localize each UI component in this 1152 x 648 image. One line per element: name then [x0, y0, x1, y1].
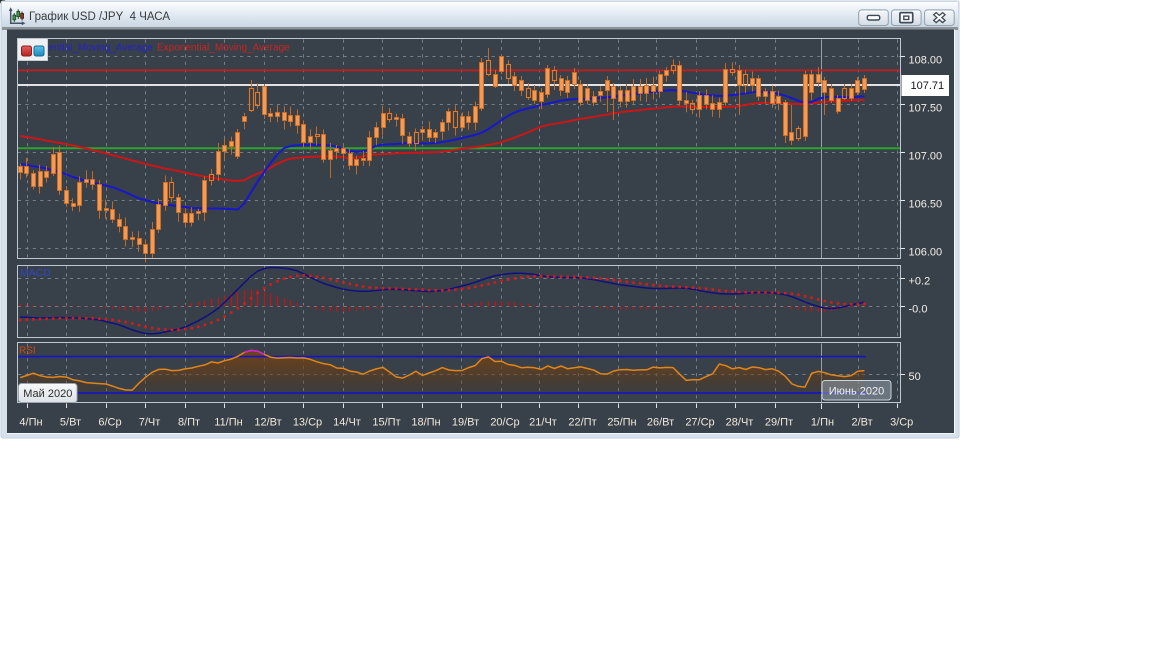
svg-text:3/Ср: 3/Ср [890, 417, 913, 429]
svg-text:ential_Moving_Average: ential_Moving_Average [49, 43, 154, 54]
svg-text:MACD: MACD [20, 267, 51, 279]
svg-text:106.50: 106.50 [909, 199, 943, 211]
svg-text:5/Вт: 5/Вт [60, 417, 81, 429]
svg-text:107.50: 107.50 [909, 103, 943, 115]
svg-text:+0.2: +0.2 [909, 276, 931, 288]
svg-text:Май 2020: Май 2020 [23, 388, 72, 400]
svg-text:26/Вт: 26/Вт [647, 417, 674, 429]
svg-text:106.00: 106.00 [909, 247, 943, 259]
svg-text:25/Пн: 25/Пн [607, 417, 636, 429]
svg-text:107.71: 107.71 [911, 80, 945, 92]
svg-text:1/Пн: 1/Пн [811, 417, 834, 429]
svg-text:50: 50 [909, 371, 921, 383]
svg-text:RSI: RSI [19, 346, 36, 357]
svg-text:22/Пт: 22/Пт [568, 417, 596, 429]
svg-text:27/Ср: 27/Ср [685, 417, 714, 429]
svg-text:11/Пн: 11/Пн [214, 417, 242, 429]
svg-text:13/Ср: 13/Ср [293, 417, 322, 429]
svg-text:График USD /JPY 4 ЧАСА: График USD /JPY 4 ЧАСА [29, 11, 170, 23]
svg-text:15/Пт: 15/Пт [372, 417, 400, 429]
svg-text:12/Вт: 12/Вт [254, 417, 281, 429]
svg-text:29/Пт: 29/Пт [765, 417, 793, 429]
svg-text:6/Ср: 6/Ср [98, 417, 121, 429]
svg-text:20/Ср: 20/Ср [490, 417, 519, 429]
svg-text:8/Пт: 8/Пт [178, 417, 200, 429]
svg-text:4/Пн: 4/Пн [19, 417, 42, 429]
svg-text:107.00: 107.00 [909, 151, 943, 163]
svg-text:-0.0: -0.0 [909, 304, 928, 316]
svg-text:7/Чт: 7/Чт [139, 417, 161, 429]
svg-text:19/Вт: 19/Вт [452, 417, 479, 429]
svg-text:Exponential_Moving_Average: Exponential_Moving_Average [157, 43, 290, 54]
svg-text:Июнь 2020: Июнь 2020 [829, 386, 885, 398]
svg-text:2/Вт: 2/Вт [852, 417, 873, 429]
svg-text:21/Чт: 21/Чт [529, 417, 557, 429]
svg-text:28/Чт: 28/Чт [726, 417, 754, 429]
svg-text:108.00: 108.00 [909, 55, 943, 67]
svg-text:18/Пн: 18/Пн [411, 417, 440, 429]
svg-text:14/Чт: 14/Чт [333, 417, 361, 429]
